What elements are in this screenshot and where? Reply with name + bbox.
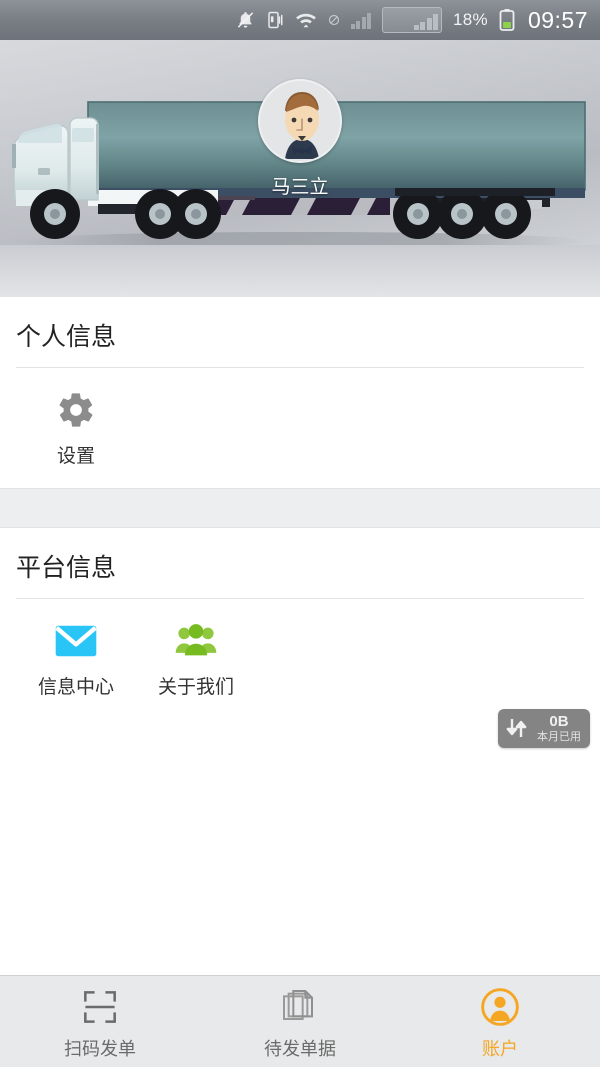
tile-message-center[interactable]: 信息中心 [16,615,136,699]
tile-about-us[interactable]: 关于我们 [136,615,256,699]
data-usage-widget[interactable]: 0B 本月已用 [498,709,590,748]
wifi-icon [295,11,317,29]
tab-label-account: 账户 [482,1039,518,1059]
scan-frame-icon [80,986,120,1028]
tab-pending-docs[interactable]: 待发单据 [200,976,400,1067]
tile-settings[interactable]: 设置 [16,384,136,468]
tab-scan[interactable]: 扫码发单 [0,976,200,1067]
account-person-icon [480,986,520,1028]
data-usage-text: 0B 本月已用 [537,713,581,743]
battery-icon [499,8,515,32]
tile-row-platform-info: 信息中心 关于我们 [16,599,584,719]
documents-stack-icon [280,986,320,1028]
section-platform-info: 平台信息 信息中心 关于我们 [0,528,600,719]
user-avatar-cartoon-man [260,81,340,161]
no-sim-icon [328,14,340,26]
battery-percent-label: 18% [453,10,488,29]
bell-muted-icon [236,10,255,30]
tab-account[interactable]: 账户 [400,976,600,1067]
gear-icon [56,388,96,432]
tab-label-pending-docs: 待发单据 [264,1039,336,1059]
status-bar: 18% 09:57 [0,0,600,40]
bottom-tab-bar: 扫码发单 待发单据 账户 [0,975,600,1067]
user-profile-block[interactable]: 马三立 [258,79,342,199]
people-group-icon [174,619,218,663]
section-title-personal-info: 个人信息 [16,297,584,368]
data-usage-value: 0B [549,713,569,730]
content-scroll-area[interactable]: 个人信息 设置 平台信息 信息中心 关于我们 0B 本月已用 [0,297,600,975]
signal-box-icon [382,7,442,33]
tile-label-settings: 设置 [56,446,95,467]
user-name-label: 马三立 [271,177,329,198]
signal-icon [350,11,371,29]
avatar[interactable] [258,79,342,163]
vibrate-icon [266,10,284,30]
section-divider [0,488,600,528]
envelope-icon [54,619,98,663]
tile-label-message-center: 信息中心 [37,677,114,698]
tab-label-scan: 扫码发单 [64,1039,136,1059]
app-root: 18% 09:57 马三立 个人信息 设置 平台信息 信息中心 关于我们 0B … [0,0,600,1067]
profile-header-banner: 马三立 [0,40,600,297]
clock-label: 09:57 [527,6,588,33]
section-title-platform-info: 平台信息 [16,528,584,599]
data-transfer-arrows-icon [504,715,530,741]
tile-label-about-us: 关于我们 [157,677,234,698]
data-usage-sublabel: 本月已用 [537,730,581,743]
tile-row-personal-info: 设置 [16,368,584,488]
section-personal-info: 个人信息 设置 [0,297,600,488]
